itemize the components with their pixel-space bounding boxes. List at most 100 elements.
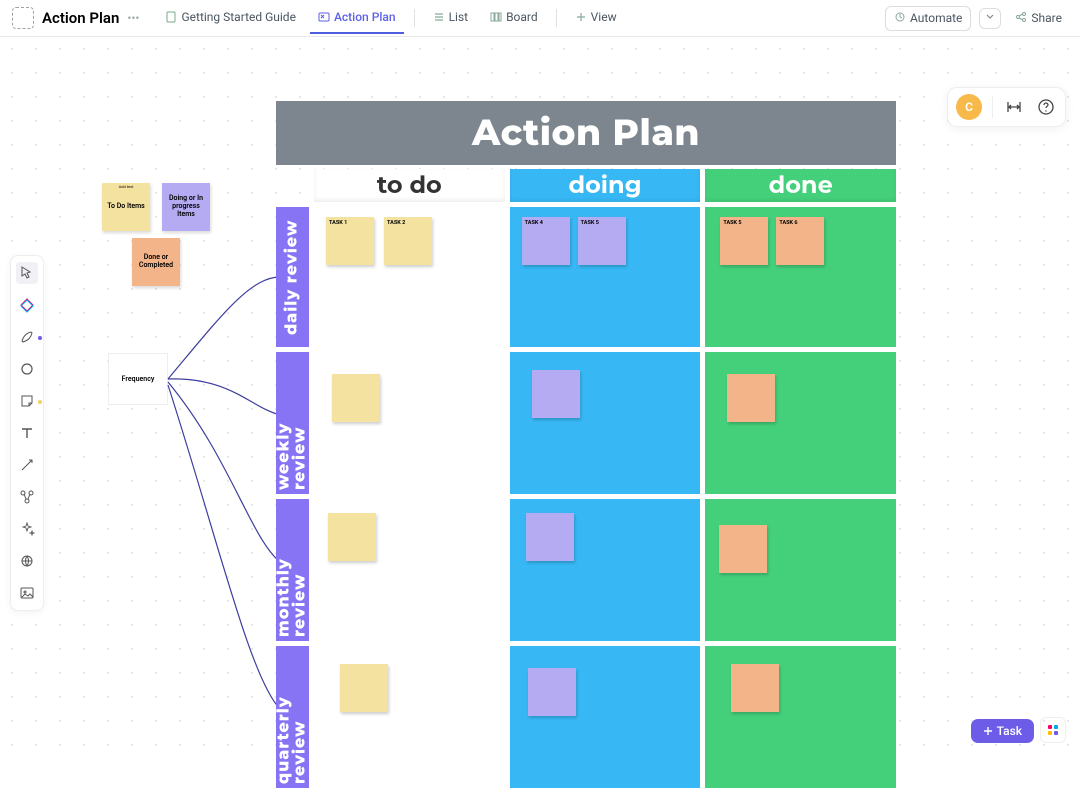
- relationship-tool[interactable]: [16, 486, 38, 508]
- task-note[interactable]: [328, 513, 376, 561]
- cell-daily-doing[interactable]: TASK 4 TASK 5: [510, 207, 701, 347]
- task-note[interactable]: [727, 374, 775, 422]
- row-monthly: monthly review: [276, 499, 896, 641]
- cell-monthly-todo[interactable]: [314, 499, 505, 641]
- divider: [992, 96, 993, 118]
- row-label-monthly: monthly review: [276, 499, 309, 641]
- task-button-label: Task: [997, 724, 1022, 738]
- ai-tool[interactable]: [16, 518, 38, 540]
- left-toolbar: [10, 255, 44, 611]
- tab-getting-started[interactable]: Getting Started Guide: [157, 2, 303, 34]
- column-header-doing: doing: [510, 169, 701, 202]
- automate-button[interactable]: Automate: [885, 6, 971, 31]
- board-icon: [490, 11, 502, 23]
- apps-button[interactable]: [1040, 717, 1066, 743]
- image-tool[interactable]: [16, 582, 38, 604]
- create-task-button[interactable]: Task: [971, 719, 1034, 743]
- task-note[interactable]: TASK 5: [578, 217, 626, 265]
- legend-note-todo[interactable]: Add text To Do Items: [102, 183, 150, 231]
- task-note[interactable]: [731, 664, 779, 712]
- web-tool[interactable]: [16, 550, 38, 572]
- task-note[interactable]: [719, 525, 767, 573]
- fit-width-button[interactable]: [1003, 96, 1025, 118]
- automate-label: Automate: [910, 11, 962, 25]
- help-button[interactable]: [1035, 96, 1057, 118]
- tab-label: Board: [506, 10, 538, 24]
- task-note[interactable]: TASK 4: [522, 217, 570, 265]
- view-tabs: Getting Started Guide Action Plan List B…: [157, 2, 624, 34]
- legend-label: To Do Items: [107, 203, 145, 211]
- row-label-daily: daily review: [276, 207, 309, 347]
- tab-label: View: [591, 10, 617, 24]
- frequency-node[interactable]: Frequency: [108, 353, 168, 405]
- task-note[interactable]: [526, 513, 574, 561]
- tab-label: Action Plan: [334, 10, 396, 24]
- share-label: Share: [1031, 11, 1062, 25]
- cell-quarterly-done[interactable]: [705, 646, 896, 788]
- cell-daily-todo[interactable]: TASK 1 TASK 2: [314, 207, 505, 347]
- task-note[interactable]: TASK 5: [720, 217, 768, 265]
- legend-label: Doing or In progress Items: [164, 195, 208, 218]
- automate-dropdown[interactable]: [979, 8, 1001, 29]
- sticky-note-tool[interactable]: [16, 390, 38, 412]
- row-label-quarterly: quarterly review: [276, 646, 309, 788]
- tab-label: Getting Started Guide: [181, 10, 295, 24]
- cell-monthly-doing[interactable]: [510, 499, 701, 641]
- cell-quarterly-todo[interactable]: [314, 646, 505, 788]
- divider: [414, 9, 415, 27]
- task-note[interactable]: TASK 2: [384, 217, 432, 265]
- doc-icon: [165, 11, 177, 23]
- shape-tool[interactable]: [16, 358, 38, 380]
- page-title[interactable]: Action Plan: [42, 9, 119, 27]
- plus-icon: [575, 11, 587, 23]
- list-icon: [433, 11, 445, 23]
- task-note[interactable]: [332, 374, 380, 422]
- cell-weekly-done[interactable]: [705, 352, 896, 494]
- text-tool[interactable]: [16, 422, 38, 444]
- column-header-done: done: [705, 169, 896, 202]
- column-header-todo: to do: [314, 169, 505, 202]
- row-daily: daily review TASK 1 TASK 2 TASK 4 TASK 5…: [276, 207, 896, 347]
- cell-daily-done[interactable]: TASK 5 TASK 6: [705, 207, 896, 347]
- canvas[interactable]: C Add text To Do Items Doing or In progr…: [0, 37, 1080, 759]
- chevron-down-icon: [986, 13, 994, 21]
- connector-tool[interactable]: [16, 454, 38, 476]
- pointer-tool[interactable]: [16, 262, 38, 284]
- pen-tool[interactable]: [16, 326, 38, 348]
- tab-board[interactable]: Board: [482, 2, 546, 34]
- legend-sublabel: Add text: [119, 185, 134, 189]
- row-quarterly: quarterly review: [276, 646, 896, 788]
- task-note[interactable]: [528, 668, 576, 716]
- cell-monthly-done[interactable]: [705, 499, 896, 641]
- whiteboard-icon[interactable]: [12, 7, 34, 29]
- tab-action-plan[interactable]: Action Plan: [310, 2, 404, 34]
- task-note[interactable]: TASK 6: [776, 217, 824, 265]
- diamond-tool[interactable]: [16, 294, 38, 316]
- legend-note-done[interactable]: Done or Completed: [132, 238, 180, 286]
- action-plan-board: Action Plan to do doing done daily revie…: [276, 101, 896, 789]
- top-bar: Action Plan ••• Getting Started Guide Ac…: [0, 0, 1080, 37]
- cell-weekly-doing[interactable]: [510, 352, 701, 494]
- apps-icon: [1046, 723, 1060, 737]
- plus-icon: [983, 726, 993, 736]
- more-icon[interactable]: •••: [127, 11, 139, 25]
- whiteboard-tab-icon: [318, 11, 330, 23]
- column-headers: to do doing done: [276, 169, 896, 202]
- cell-quarterly-doing[interactable]: [510, 646, 701, 788]
- tab-add-view[interactable]: View: [567, 2, 625, 34]
- cell-weekly-todo[interactable]: [314, 352, 505, 494]
- legend-note-doing[interactable]: Doing or In progress Items: [162, 183, 210, 231]
- tab-list[interactable]: List: [425, 2, 477, 34]
- board-title: Action Plan: [276, 101, 896, 165]
- collaborators-panel: C: [947, 87, 1066, 127]
- share-icon: [1015, 11, 1027, 26]
- divider: [556, 9, 557, 27]
- row-label-weekly: weekly review: [276, 352, 309, 494]
- task-note[interactable]: [340, 664, 388, 712]
- task-note[interactable]: [532, 370, 580, 418]
- row-weekly: weekly review: [276, 352, 896, 494]
- task-note[interactable]: TASK 1: [326, 217, 374, 265]
- avatar[interactable]: C: [956, 94, 982, 120]
- share-button[interactable]: Share: [1009, 7, 1068, 30]
- legend-label: Done or Completed: [134, 254, 178, 269]
